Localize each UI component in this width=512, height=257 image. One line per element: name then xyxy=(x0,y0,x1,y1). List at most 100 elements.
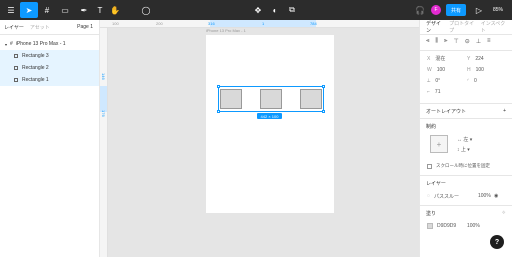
constraint-h-value: 左 xyxy=(463,137,469,143)
add-auto-layout-icon[interactable]: + xyxy=(503,108,506,114)
page-selector[interactable]: Page 1 xyxy=(77,24,93,30)
canvas[interactable]: iPhone 13 Pro Max - 1 442 × 100 xyxy=(108,28,419,257)
layer-opacity[interactable]: 100% xyxy=(478,193,494,199)
layer-frame-row[interactable]: ▾ # iPhone 13 Pro Max - 1 xyxy=(0,38,99,50)
ruler-mark: 146 xyxy=(101,73,106,80)
constraint-options: ↔ 左 ▾ ↕ 上 ▾ xyxy=(457,135,472,155)
x-field[interactable]: X 混在 xyxy=(427,55,467,63)
clip-value: 71 xyxy=(434,89,441,95)
align-left-icon[interactable]: ⫷ xyxy=(426,38,429,45)
fill-row: D9D9D9 100% xyxy=(420,220,512,232)
ruler-mark: 176 xyxy=(101,110,106,117)
move-tool-icon[interactable]: ➤ xyxy=(20,2,38,18)
rectangle-3[interactable] xyxy=(300,89,322,109)
auto-layout-title: オートレイアウト xyxy=(426,108,467,115)
user-avatar[interactable]: F xyxy=(431,5,441,15)
ruler-mark-selection-mid: 1 xyxy=(262,21,265,26)
fill-opacity[interactable]: 100% xyxy=(467,223,483,229)
fix-position-row[interactable]: スクロール時に位置を固定 xyxy=(420,161,512,171)
resize-handle[interactable] xyxy=(217,110,220,113)
rotation-field[interactable]: ⟂ 0° xyxy=(427,78,467,84)
chevron-down-icon[interactable]: ▾ xyxy=(5,42,7,47)
layer-label: Rectangle 3 xyxy=(22,53,49,59)
pen-tool-icon[interactable]: ✒ xyxy=(77,2,91,18)
rectangle-1[interactable] xyxy=(220,89,242,109)
layer-section: レイヤー xyxy=(420,176,512,190)
transform-properties: X 混在 Y 224 W 100 H 100 ⟂ 0° ◜ 0 ⌐ 71 xyxy=(420,55,512,96)
tab-layers[interactable]: レイヤー xyxy=(4,24,24,31)
fill-styles-icon[interactable]: ⁘ xyxy=(502,210,506,216)
h-value: 100 xyxy=(475,67,484,73)
y-label: Y xyxy=(467,55,471,62)
shape-tool-icon[interactable]: ▭ xyxy=(58,2,72,18)
rectangle-2[interactable] xyxy=(260,89,282,109)
constraints-title: 制約 xyxy=(426,123,437,130)
blend-mode-select[interactable]: パススルー xyxy=(434,193,478,200)
tab-design[interactable]: デザイン xyxy=(426,20,443,34)
resize-handle[interactable] xyxy=(217,85,220,88)
rectangle-icon xyxy=(14,66,18,70)
fill-hex[interactable]: D9D9D9 xyxy=(437,223,467,229)
visibility-icon[interactable]: ◉ xyxy=(494,193,498,199)
align-center-h-icon[interactable]: ⫼ xyxy=(435,38,438,45)
tab-prototype[interactable]: プロトタイプ xyxy=(449,20,475,34)
y-field[interactable]: Y 224 xyxy=(467,55,507,62)
corner-radius-value: 0 xyxy=(473,78,477,84)
fix-position-checkbox[interactable] xyxy=(427,163,432,169)
mask-icon[interactable]: ◐ xyxy=(270,2,280,18)
align-right-icon[interactable]: ⫸ xyxy=(444,38,447,45)
clip-icon: ⌐ xyxy=(427,89,430,95)
h-field[interactable]: H 100 xyxy=(467,67,507,73)
frame-title-label[interactable]: iPhone 13 Pro Max - 1 xyxy=(206,28,246,33)
resize-handle[interactable] xyxy=(322,110,325,113)
frame-tool-icon[interactable]: # xyxy=(40,2,54,18)
present-icon[interactable]: ▷ xyxy=(474,2,484,18)
fill-swatch[interactable] xyxy=(427,223,433,229)
constraint-widget[interactable]: + xyxy=(430,135,448,153)
tab-inspect[interactable]: インスペクト xyxy=(481,20,506,34)
layer-rectangle-2[interactable]: Rectangle 2 xyxy=(0,62,99,74)
zoom-level[interactable]: 85% xyxy=(490,2,506,18)
headphones-icon[interactable]: 🎧 xyxy=(415,2,425,18)
layers-panel: レイヤー アセット Page 1 ▾ # iPhone 13 Pro Max -… xyxy=(0,20,100,257)
share-button[interactable]: 共有 xyxy=(446,4,466,16)
hand-tool-icon[interactable]: ✋ xyxy=(110,2,120,18)
align-middle-icon[interactable]: ⊝ xyxy=(465,38,470,45)
layer-rectangle-3[interactable]: Rectangle 3 xyxy=(0,50,99,62)
align-top-icon[interactable]: ⊤ xyxy=(454,38,459,45)
clip-field[interactable]: ⌐ 71 xyxy=(427,89,467,95)
fill-section: 塗り ⁘ xyxy=(420,206,512,220)
layer-title: レイヤー xyxy=(426,180,446,187)
rotation-value: 0° xyxy=(435,78,441,84)
fill-title: 塗り xyxy=(426,210,437,217)
resize-handle[interactable] xyxy=(322,85,325,88)
distribute-icon[interactable]: ≡ xyxy=(487,38,491,44)
rectangle-icon xyxy=(14,54,18,58)
figma-menu-icon[interactable]: ☰ xyxy=(4,2,18,18)
w-field[interactable]: W 100 xyxy=(427,67,467,73)
corner-radius-field[interactable]: ◜ 0 xyxy=(467,78,507,84)
w-label: W xyxy=(427,67,432,73)
ruler-mark: 100 xyxy=(112,21,119,26)
x-label: X xyxy=(427,55,431,62)
toolbar: ☰ ➤ # ▭ ✒ T ✋ ◯ ✥ ◐ ⧉ 🎧 F 共有 ▷ 85% xyxy=(0,0,512,20)
constraint-horizontal[interactable]: ↔ 左 ▾ xyxy=(457,135,472,145)
help-button[interactable]: ? xyxy=(490,235,504,249)
align-bottom-icon[interactable]: ⊥ xyxy=(476,38,481,45)
x-value: 混在 xyxy=(435,56,446,62)
selection-box[interactable] xyxy=(217,85,325,113)
ruler-left: 146 176 xyxy=(100,28,108,257)
ruler-selection-highlight xyxy=(100,86,107,112)
y-value: 224 xyxy=(475,55,484,62)
text-tool-icon[interactable]: T xyxy=(95,2,105,18)
comment-tool-icon[interactable]: ◯ xyxy=(141,2,151,18)
component-icon[interactable]: ✥ xyxy=(252,2,264,18)
constraint-v-value: 上 xyxy=(460,147,466,153)
tab-assets[interactable]: アセット xyxy=(30,24,50,31)
boolean-icon[interactable]: ⧉ xyxy=(286,2,298,18)
layer-rectangle-1[interactable]: Rectangle 1 xyxy=(0,74,99,86)
rotation-icon: ⟂ xyxy=(427,78,431,84)
artboard-frame[interactable] xyxy=(206,35,334,213)
constraint-vertical[interactable]: ↕ 上 ▾ xyxy=(457,145,472,155)
ruler-mark-selection-start: 316 xyxy=(208,21,215,26)
